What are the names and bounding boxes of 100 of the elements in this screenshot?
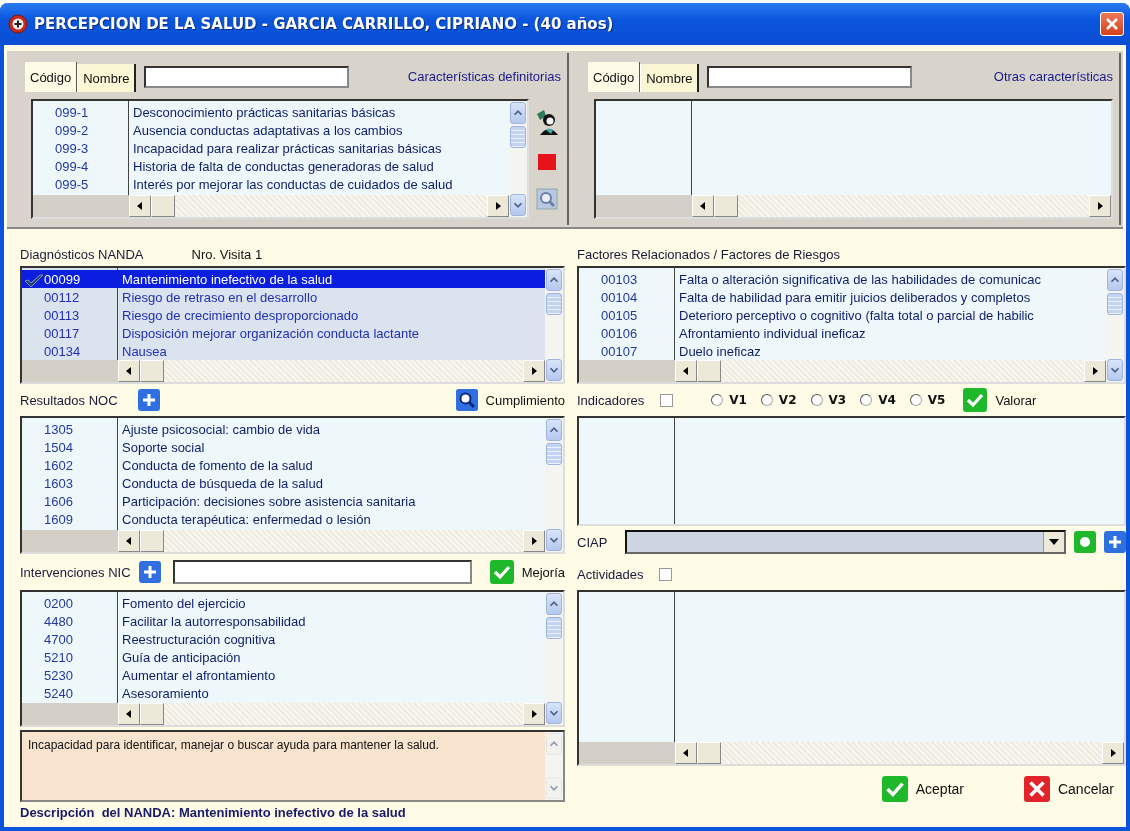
circle-button[interactable] — [1074, 531, 1096, 553]
memo-field[interactable]: Incapacidad para identificar, manejar o buscar ayuda para mantener la salud. — [20, 730, 565, 802]
input-field[interactable] — [172, 560, 472, 584]
vertical-scrollbar[interactable] — [545, 732, 563, 800]
plus-icon — [142, 565, 157, 579]
radio-option[interactable]: V1 — [711, 393, 747, 407]
scroll-thumb[interactable] — [546, 443, 562, 465]
checkbox[interactable] — [659, 567, 673, 581]
vertical-scrollbar[interactable] — [1106, 268, 1124, 382]
window-title: PERCEPCION DE LA SALUD - GARCIA CARRILLO, CIPRIANO - (40 años) — [34, 15, 615, 33]
list-code: 1504 — [44, 439, 73, 455]
plus-circle-icon — [8, 14, 28, 34]
list-box[interactable]: 00099 Mantenimiento inefectivo de la salud 00112 Riesgo de retraso en el desarrollo 00113 Riesgo de crecimiento desproporcionado 00117 Disposición mejorar organización conducta lactante 00134 Nausea — [20, 266, 565, 384]
check-icon — [881, 776, 908, 802]
scroll-thumb[interactable] — [510, 126, 526, 148]
section-label: Características definitorias — [406, 69, 562, 86]
list-row[interactable]: 00099 Mantenimiento inefectivo de la salud — [22, 270, 545, 288]
list-box[interactable]: 0200 Fomento del ejercicio 4480 Facilitar la autorresponsabilidad 4700 Reestructuración cognitiva 5210 Guía de anticipación 5230 Aumentar el afrontamiento 5240 Asesoramiento — [20, 590, 565, 727]
section-label: Otras características — [992, 69, 1114, 86]
list-text: Disposición mejorar organización conducta lactante — [121, 325, 419, 341]
list-text: Mantenimiento inefectivo de la salud — [121, 271, 333, 287]
list-box[interactable] — [577, 266, 1126, 384]
horizontal-scrollbar[interactable] — [118, 360, 545, 382]
horizontal-scrollbar[interactable] — [129, 195, 509, 217]
user-icon[interactable] — [534, 107, 560, 136]
tab[interactable]: Código — [25, 62, 78, 92]
tab[interactable]: Nombre — [77, 64, 137, 92]
list-code: 00134 — [44, 343, 81, 359]
list-box[interactable] — [20, 416, 565, 554]
section-label: Factores Relacionados / Factores de Riesgos — [577, 247, 840, 262]
plus-icon — [1108, 535, 1122, 549]
list-text: Riesgo de crecimiento desproporcionado — [121, 307, 359, 323]
list-text: Participación: decisiones sobre asistencia sanitaria — [121, 493, 416, 509]
horizontal-scrollbar[interactable] — [692, 195, 1111, 217]
list-text: Incapacidad para realizar prácticas sanitarias básicas — [132, 140, 442, 156]
vertical-scrollbar[interactable] — [545, 418, 563, 552]
list-row[interactable]: 00113 Riesgo de crecimiento desproporcionado — [22, 306, 545, 324]
compliance-button[interactable]: Cumplimiento — [455, 389, 565, 411]
section-label: Indicadores — [577, 392, 645, 408]
add-button[interactable] — [138, 389, 160, 411]
improvement-button[interactable]: Mejoría — [489, 560, 565, 584]
add-button[interactable] — [138, 561, 161, 583]
list-box[interactable] — [577, 416, 1126, 526]
vertical-scrollbar[interactable] — [509, 101, 527, 217]
section-label: Resultados NOC — [20, 392, 119, 408]
list-text: Ajuste psicosocial: cambio de vida — [121, 421, 320, 437]
list-text: Deterioro perceptivo o cognitivo (falta total o parcial de habilic — [678, 307, 1034, 323]
list-box[interactable] — [594, 99, 1113, 219]
list-row[interactable]: 00112 Riesgo de retraso en el desarrollo — [22, 288, 545, 306]
section-label: Actividades — [577, 566, 644, 582]
tab[interactable]: Código — [588, 62, 641, 92]
check-icon — [489, 560, 514, 584]
list-code: 099-3 — [55, 140, 89, 156]
list-code: 00099 — [44, 271, 81, 287]
vertical-scrollbar[interactable] — [545, 592, 563, 725]
list-text: Conducta de fomento de la salud — [121, 457, 313, 473]
list-text: Conducta de búsqueda de la salud — [121, 475, 323, 491]
close-icon — [1023, 776, 1050, 802]
stop-icon[interactable] — [537, 153, 557, 171]
horizontal-scrollbar[interactable] — [675, 742, 1124, 764]
horizontal-scrollbar[interactable] — [118, 703, 545, 725]
scroll-thumb[interactable] — [546, 293, 562, 315]
visit-number: Nro. Visita 1 — [191, 247, 263, 262]
horizontal-scrollbar[interactable] — [118, 530, 545, 552]
list-code: 4700 — [44, 631, 73, 647]
checkbox[interactable] — [660, 393, 674, 407]
list-code: 1305 — [44, 421, 73, 437]
search-icon[interactable] — [536, 188, 558, 211]
list-text: Historia de falta de conductas generadoras de salud — [132, 158, 434, 174]
close-icon — [1105, 17, 1119, 31]
radio-option[interactable]: V4 — [860, 393, 896, 407]
search-field[interactable] — [144, 66, 350, 88]
radio-option[interactable]: V5 — [909, 393, 946, 407]
list-box[interactable] — [31, 99, 529, 219]
tab[interactable]: Nombre — [640, 64, 700, 92]
horizontal-scrollbar[interactable] — [675, 360, 1106, 382]
list-text: Guía de anticipación — [121, 649, 241, 665]
list-text: Duelo ineficaz — [678, 343, 761, 359]
caret-icon — [1049, 539, 1059, 545]
radio-option[interactable]: V2 — [760, 393, 797, 407]
list-text: Interés por mejorar las conductas de cuidados de salud — [132, 176, 453, 192]
list-text: Nausea — [121, 343, 167, 359]
add-button[interactable] — [1104, 531, 1126, 553]
scroll-thumb[interactable] — [1107, 293, 1123, 315]
accept-button[interactable]: Aceptar — [881, 776, 964, 802]
ciap-dropdown[interactable] — [625, 530, 1066, 554]
rate-button[interactable]: Valorar — [963, 388, 1037, 412]
list-row[interactable]: 00117 Disposición mejorar organización conducta lactante — [22, 324, 545, 342]
scroll-thumb[interactable] — [546, 617, 562, 639]
list-code: 1609 — [44, 511, 73, 527]
search-field[interactable] — [707, 66, 913, 88]
list-row[interactable]: 00134 Nausea — [22, 342, 545, 360]
list-code: 00107 — [601, 343, 638, 359]
section-label: Intervenciones NIC — [20, 564, 131, 580]
vertical-scrollbar[interactable] — [545, 268, 563, 382]
section-label: CIAP — [577, 534, 609, 550]
close-button[interactable] — [1100, 12, 1124, 36]
list-code: 00105 — [601, 307, 638, 323]
radio-option[interactable]: V3 — [810, 393, 847, 407]
cancel-button[interactable]: Cancelar — [1023, 776, 1114, 802]
